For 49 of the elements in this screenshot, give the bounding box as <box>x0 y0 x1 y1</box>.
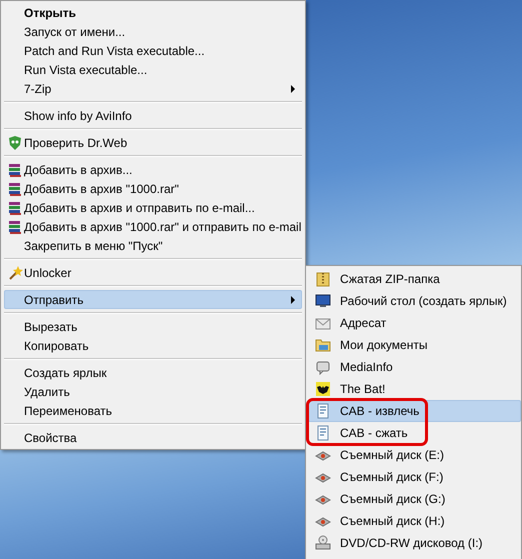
submenu-arrow-icon <box>291 84 295 92</box>
wand-icon <box>7 264 23 280</box>
books-icon <box>7 200 23 216</box>
shield-icon <box>7 134 23 150</box>
menu-item[interactable]: Копировать <box>4 336 302 355</box>
menu-item[interactable]: Добавить в архив "1000.rar" <box>4 179 302 198</box>
menu-item[interactable]: Съемный диск (F:) <box>308 466 521 488</box>
folder-icon <box>315 337 331 353</box>
menu-item[interactable]: Открыть <box>4 3 302 22</box>
menu-item[interactable]: Unlocker <box>4 263 302 282</box>
menu-item[interactable]: DVD/CD-RW дисковод (I:) <box>308 532 521 554</box>
menu-item[interactable]: 7-Zip <box>4 79 302 98</box>
menu-item[interactable]: Съемный диск (H:) <box>308 510 521 532</box>
menu-item[interactable]: Добавить в архив "1000.rar" и отправить по e-mail <box>4 217 302 236</box>
menu-item[interactable]: Удалить <box>4 382 302 401</box>
books-icon <box>7 162 23 178</box>
menu-item[interactable]: Patch and Run Vista executable... <box>4 41 302 60</box>
document-icon <box>315 425 331 441</box>
menu-item[interactable]: Проверить Dr.Web <box>4 133 302 152</box>
menu-item[interactable]: Закрепить в меню "Пуск" <box>4 236 302 255</box>
menu-item[interactable]: MediaInfo <box>308 356 521 378</box>
menu-item[interactable]: Запуск от имени... <box>4 22 302 41</box>
menu-item[interactable]: Съемный диск (E:) <box>308 444 521 466</box>
menu-item[interactable]: Run Vista executable... <box>4 60 302 79</box>
menu-item[interactable]: Вырезать <box>4 317 302 336</box>
submenu-arrow-icon <box>291 296 295 304</box>
monitor-icon <box>315 293 331 309</box>
menu-item[interactable]: Адресат <box>308 312 521 334</box>
menu-item[interactable]: The Bat! <box>308 378 521 400</box>
menu-item[interactable]: Съемный диск (G:) <box>308 488 521 510</box>
zip-folder-icon <box>315 271 331 287</box>
menu-item[interactable]: CAB - извлечь <box>308 400 521 422</box>
menu-item[interactable]: Сжатая ZIP-папка <box>308 268 521 290</box>
books-icon <box>7 218 23 234</box>
bat-icon <box>315 381 331 397</box>
menu-item[interactable]: Отправить <box>4 290 302 309</box>
menu-item[interactable]: Переименовать <box>4 401 302 420</box>
disc-drive-icon <box>315 535 331 551</box>
menu-item[interactable]: Show info by AviInfo <box>4 106 302 125</box>
document-icon <box>315 403 331 419</box>
books-icon <box>7 180 23 196</box>
menu-item[interactable]: Рабочий стол (создать ярлык) <box>308 290 521 312</box>
menu-item[interactable]: CAB - сжать <box>308 422 521 444</box>
menu-item[interactable]: Свойства <box>4 428 302 447</box>
speech-bubble-icon <box>315 359 331 375</box>
menu-item[interactable]: Создать ярлык <box>4 363 302 382</box>
menu-item[interactable]: Добавить в архив и отправить по e-mail... <box>4 198 302 217</box>
menu-item[interactable]: Добавить в архив... <box>4 160 302 179</box>
menu-item[interactable]: Мои документы <box>308 334 521 356</box>
